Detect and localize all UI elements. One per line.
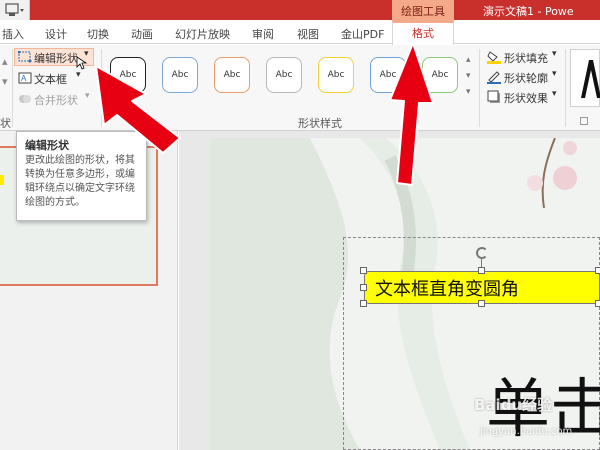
quick-access-toolbar[interactable] xyxy=(0,0,30,20)
text-box-dropdown-icon[interactable]: ▾ xyxy=(76,70,81,80)
style-swatch-2[interactable]: Abc xyxy=(162,57,198,93)
resize-handle-bl[interactable] xyxy=(360,300,367,307)
tab-transitions[interactable]: 切换 xyxy=(87,26,109,42)
tab-insert[interactable]: 插入 xyxy=(2,26,24,42)
app-menu-icon[interactable] xyxy=(5,3,25,17)
gallery-down-icon[interactable]: ▾ xyxy=(466,71,471,81)
style-swatch-4[interactable]: Abc xyxy=(266,57,302,93)
tab-review[interactable]: 审阅 xyxy=(252,26,274,42)
shape-fill-dropdown-icon[interactable]: ▾ xyxy=(552,49,557,59)
watermark-logo: Baidu经验 xyxy=(474,396,553,414)
text-box-button[interactable]: 文本框 xyxy=(34,71,67,87)
scroll-up-icon[interactable]: ▴ xyxy=(2,55,8,68)
tooltip-title: 编辑形状 xyxy=(25,139,69,152)
style-swatch-6[interactable]: Abc xyxy=(370,57,406,93)
ribbon-tab-row: 插入 设计 切换 动画 幻灯片放映 审阅 视图 金山PDF xyxy=(0,20,600,44)
style-swatch-5[interactable]: Abc xyxy=(318,57,354,93)
shape-effects-icon xyxy=(487,90,500,103)
shape-fill-icon xyxy=(487,51,501,64)
scroll-down-icon[interactable]: ▾ xyxy=(2,75,8,88)
wordart-style-swatch[interactable] xyxy=(570,49,600,107)
resize-handle-bottom[interactable] xyxy=(478,300,485,307)
gallery-up-icon[interactable]: ▴ xyxy=(466,55,471,65)
dialog-launcher-icon[interactable] xyxy=(580,117,588,125)
tab-animations[interactable]: 动画 xyxy=(131,26,153,42)
wordart-a-icon xyxy=(581,60,600,98)
style-swatch-3[interactable]: Abc xyxy=(214,57,250,93)
shape-outline-dropdown-icon[interactable]: ▾ xyxy=(552,69,557,79)
tab-format-label: 格式 xyxy=(412,27,434,40)
merge-shapes-icon xyxy=(19,95,31,103)
text-box-content[interactable]: 文本框直角变圆角 xyxy=(375,275,519,301)
tooltip-description: 更改此绘图的形状，将其转换为任意多边形，或编辑环绕点以确定文字环绕绘图的方式。 xyxy=(25,155,135,208)
tab-slideshow[interactable]: 幻灯片放映 xyxy=(175,26,230,42)
tab-kingsoft-pdf[interactable]: 金山PDF xyxy=(341,26,384,42)
tab-view[interactable]: 视图 xyxy=(297,26,319,42)
shape-outline-button[interactable]: 形状轮廓 xyxy=(504,70,548,86)
gallery-more-icon[interactable]: ▾ xyxy=(466,87,471,97)
merge-shapes-button[interactable]: 合并形状 xyxy=(34,92,78,108)
shape-effects-dropdown-icon[interactable]: ▾ xyxy=(552,89,557,99)
resize-handle-br[interactable] xyxy=(595,300,600,307)
resize-handle-top[interactable] xyxy=(478,267,485,274)
resize-handle-left[interactable] xyxy=(360,284,367,291)
text-box-icon: A xyxy=(18,72,32,84)
shape-effects-button[interactable]: 形状效果 xyxy=(504,90,548,106)
svg-text:A: A xyxy=(21,74,27,83)
branch-icon xyxy=(541,138,556,209)
shape-styles-group-label: 形状样式 xyxy=(298,117,342,130)
style-swatch-1[interactable]: Abc xyxy=(110,57,146,93)
watermark-url: jingyan.baidu.com xyxy=(480,426,573,437)
resize-handle-tr[interactable] xyxy=(595,267,600,274)
edit-shape-label: 编辑形状 xyxy=(34,52,78,65)
resize-handle-tl[interactable] xyxy=(360,267,367,274)
merge-shapes-dropdown-icon[interactable]: ▾ xyxy=(85,91,90,101)
contextual-group-label: 绘图工具 xyxy=(401,5,445,18)
shape-outline-icon xyxy=(487,71,501,84)
document-title: 演示文稿1 - Powe xyxy=(483,5,574,18)
rotate-handle-icon[interactable] xyxy=(476,247,488,259)
blossom-icon xyxy=(553,166,577,190)
shape-fill-button[interactable]: 形状填充 xyxy=(504,50,548,66)
tab-design[interactable]: 设计 xyxy=(45,26,67,42)
edit-shape-icon xyxy=(18,51,32,63)
thumbnail-textbox-preview xyxy=(0,175,4,185)
insert-shapes-group-label: 状 xyxy=(0,117,11,130)
mouse-cursor-icon xyxy=(76,56,88,70)
style-swatch-7[interactable]: Abc xyxy=(422,57,458,93)
